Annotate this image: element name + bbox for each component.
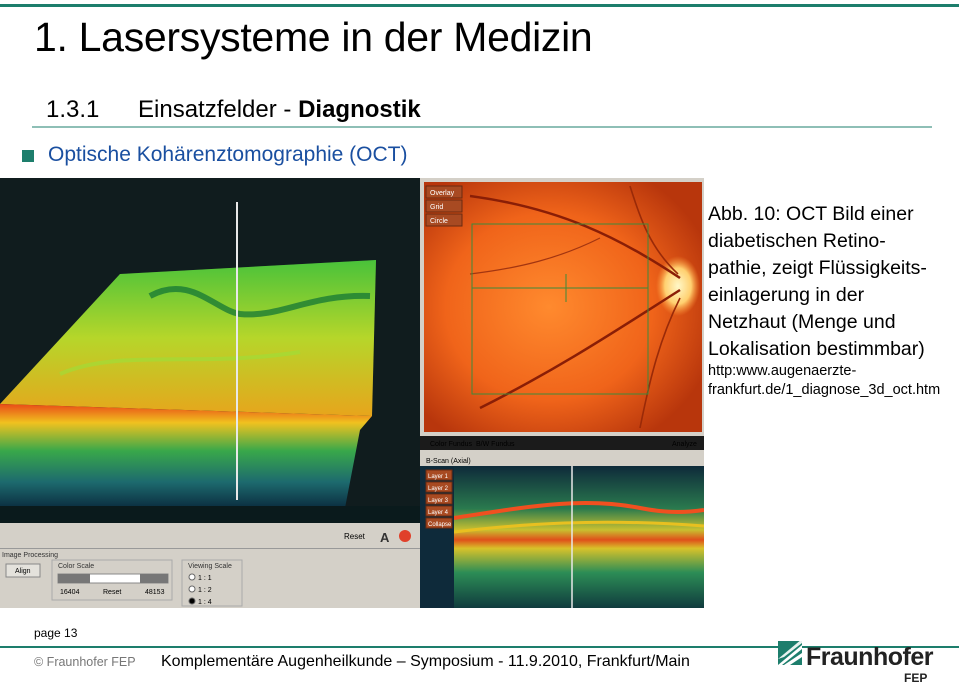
color-min-value: 16404 <box>60 589 80 596</box>
url-line: frankfurt.de/1_diagnose_3d_oct.htm <box>708 382 941 398</box>
caption-line: einlagerung in der <box>708 284 865 306</box>
color-max-value: 48153 <box>145 589 165 596</box>
scale-option-3: 1 : 4 <box>198 599 212 606</box>
bw-fundus-tab[interactable]: B/W Fundus <box>476 441 515 448</box>
viewing-scale-label: Viewing Scale <box>188 563 232 570</box>
bullet-text: Optische Kohärenztomographie (OCT) <box>48 143 408 166</box>
logo-subtext: FEP <box>904 671 928 685</box>
bscan-label: B-Scan (Axial) <box>426 458 471 465</box>
layer-4-label: Layer 4 <box>428 510 449 516</box>
caption-line: Abb. 10: OCT Bild einer <box>708 203 914 225</box>
subtitle-rule <box>32 126 932 128</box>
scale-radio-3[interactable] <box>188 597 196 605</box>
slide-subtitle: 1.3.1 Einsatzfelder - Diagnostik <box>46 96 421 124</box>
caption-line: pathie, zeigt Flüssigkeits- <box>708 257 927 279</box>
scale-radio-1[interactable] <box>188 573 196 581</box>
logo-text: Fraunhofer <box>806 643 933 671</box>
grid-label: Grid <box>430 204 443 211</box>
caption-line: Netzhaut (Menge und <box>708 311 896 333</box>
layer-1-label: Layer 1 <box>428 474 449 480</box>
caption-line: diabetischen Retino- <box>708 230 886 252</box>
caption-line: Lokalisation bestimmbar) <box>708 338 925 360</box>
color-scale-label: Color Scale <box>58 563 94 570</box>
analyze-button[interactable]: Analyze <box>672 441 697 448</box>
color-fundus-tab[interactable]: Color Fundus <box>430 441 473 448</box>
image-processing-label: Image Processing <box>2 552 58 559</box>
scale-option-1: 1 : 1 <box>198 575 212 582</box>
layer-2-label: Layer 2 <box>428 486 449 492</box>
reset-button[interactable]: Reset <box>344 532 366 541</box>
url-line: http:www.augenaerzte- <box>708 363 857 379</box>
circle-label: Circle <box>430 218 448 225</box>
copyright-text: © Fraunhofer FEP <box>34 655 136 669</box>
scale-option-2: 1 : 2 <box>198 587 212 594</box>
text-tool-icon[interactable]: A <box>380 530 390 545</box>
color-reset-button[interactable]: Reset <box>103 589 121 596</box>
collapse-label: Collapse <box>428 522 452 528</box>
subtitle-text: Einsatzfelder - <box>138 96 299 123</box>
oct-screenshot: Reset A Image Processing Align Color Sca… <box>0 178 704 608</box>
figure-caption: Abb. 10: OCT Bild einer diabetischen Ret… <box>708 201 959 363</box>
slide-title: 1. Lasersysteme in der Medizin <box>34 14 593 60</box>
source-url: http:www.augenaerzte- frankfurt.de/1_dia… <box>708 362 940 400</box>
color-tool-icon[interactable] <box>399 530 411 542</box>
subtitle-bold: Diagnostik <box>298 96 421 123</box>
top-rule <box>0 4 959 7</box>
bullet-square-icon <box>22 150 34 162</box>
page-number: page 13 <box>34 626 78 640</box>
align-label: Align <box>15 568 31 575</box>
event-text: Komplementäre Augenheilkunde – Symposium… <box>161 653 690 670</box>
scale-radio-2[interactable] <box>188 585 196 593</box>
layer-3-label: Layer 3 <box>428 498 449 504</box>
subtitle-number: 1.3.1 <box>46 96 100 123</box>
overlay-label: Overlay <box>430 190 455 197</box>
